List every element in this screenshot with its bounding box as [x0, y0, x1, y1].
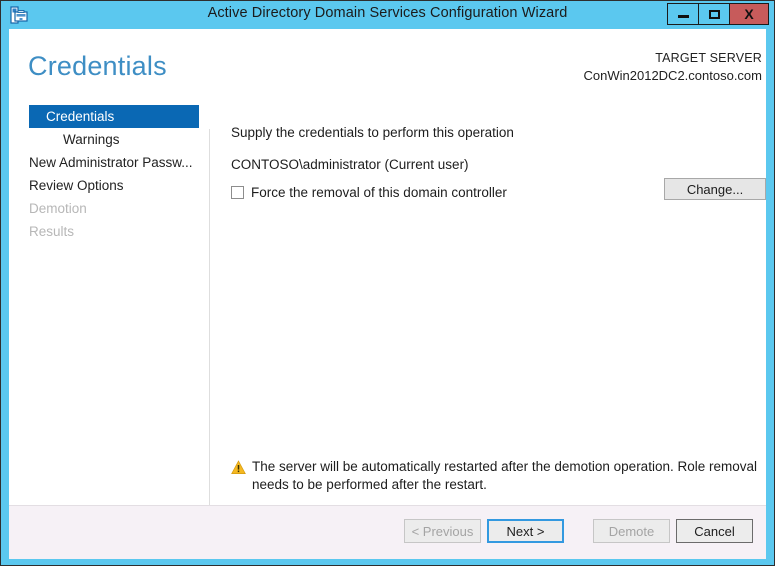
sidebar-item-label: Credentials	[46, 109, 114, 124]
warning-triangle-icon	[231, 460, 246, 475]
credential-user-value: CONTOSO\administrator (Current user)	[223, 157, 766, 172]
wizard-steps-nav: Credentials Warnings New Administrator P…	[9, 105, 201, 243]
change-credentials-button[interactable]: Change...	[664, 178, 766, 200]
force-removal-label: Force the removal of this domain control…	[251, 185, 507, 200]
window-title: Active Directory Domain Services Configu…	[1, 5, 774, 21]
target-server-label: TARGET SERVER	[584, 50, 762, 67]
warning-message: The server will be automatically restart…	[231, 458, 765, 494]
minimize-button[interactable]	[667, 3, 698, 25]
sidebar-item-warnings[interactable]: Warnings	[9, 128, 201, 151]
wizard-window: Active Directory Domain Services Configu…	[0, 0, 775, 566]
minimize-icon	[678, 15, 689, 18]
sidebar-item-credentials[interactable]: Credentials	[29, 105, 199, 128]
page-title: Credentials	[28, 51, 167, 82]
next-button[interactable]: Next >	[487, 519, 564, 543]
footer-buttons: < Previous Next > Demote Cancel	[398, 519, 753, 543]
sidebar-item-label: Warnings	[63, 132, 120, 147]
main-content: Supply the credentials to perform this o…	[223, 125, 766, 200]
target-server-name: ConWin2012DC2.contoso.com	[584, 67, 762, 84]
sidebar-item-label: Results	[29, 224, 74, 239]
sidebar-item-new-administrator-password[interactable]: New Administrator Passw...	[9, 151, 201, 174]
sidebar-item-label: Review Options	[29, 178, 124, 193]
instruction-text: Supply the credentials to perform this o…	[223, 125, 766, 140]
sidebar-item-results: Results	[9, 220, 201, 243]
sidebar-item-demotion: Demotion	[9, 197, 201, 220]
sidebar-item-label: New Administrator Passw...	[29, 155, 193, 170]
cancel-button[interactable]: Cancel	[676, 519, 753, 543]
wizard-footer: < Previous Next > Demote Cancel	[9, 505, 766, 559]
close-button[interactable]: X	[729, 3, 769, 25]
close-icon: X	[744, 7, 753, 21]
target-server-block: TARGET SERVER ConWin2012DC2.contoso.com	[584, 50, 762, 84]
warning-text: The server will be automatically restart…	[252, 458, 765, 494]
maximize-icon	[709, 10, 720, 19]
demote-button: Demote	[593, 519, 670, 543]
sidebar-divider	[209, 129, 210, 533]
window-controls: X	[667, 3, 769, 25]
page-header: Credentials TARGET SERVER ConWin2012DC2.…	[9, 29, 766, 101]
title-bar: Active Directory Domain Services Configu…	[1, 1, 774, 29]
force-removal-checkbox[interactable]	[231, 186, 244, 199]
client-area: Credentials TARGET SERVER ConWin2012DC2.…	[9, 29, 766, 559]
previous-button: < Previous	[404, 519, 481, 543]
maximize-button[interactable]	[698, 3, 729, 25]
sidebar-item-review-options[interactable]: Review Options	[9, 174, 201, 197]
sidebar-item-label: Demotion	[29, 201, 87, 216]
